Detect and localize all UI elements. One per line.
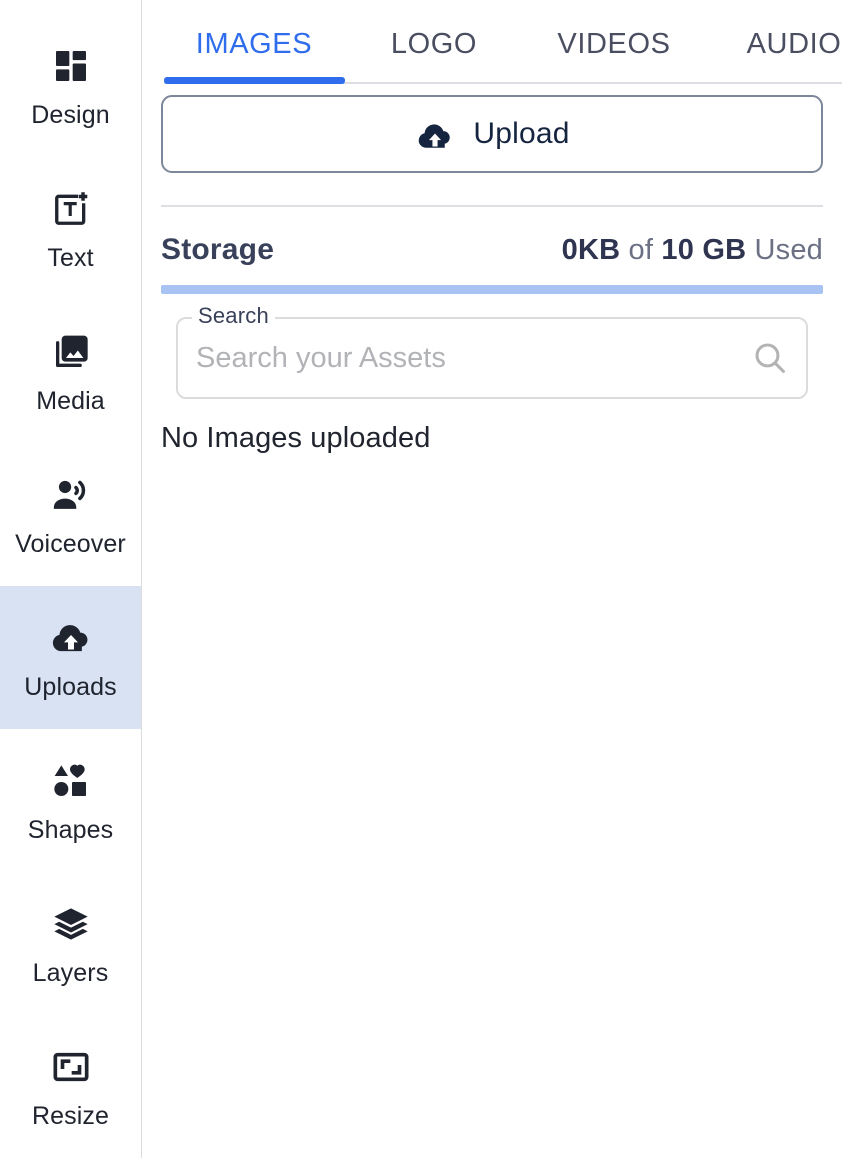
- storage-of-label: of: [628, 234, 654, 266]
- sidebar-item-shapes[interactable]: Shapes: [0, 729, 141, 872]
- search-field: Search: [176, 305, 808, 399]
- active-tab-indicator: [164, 77, 345, 84]
- storage-row: Storage 0KB of 10 GB Used: [161, 207, 823, 267]
- sidebar-item-text[interactable]: Text: [0, 157, 141, 300]
- sidebar-item-label: Resize: [31, 1102, 110, 1130]
- app-root: Design Text Media Voiceover Uploads Shap…: [0, 0, 842, 1158]
- storage-total-value: 10 GB: [661, 234, 747, 266]
- left-sidebar: Design Text Media Voiceover Uploads Shap…: [0, 0, 142, 1158]
- upload-button-label: Upload: [473, 117, 570, 150]
- text-add-icon: [48, 186, 94, 232]
- storage-used-value: 0KB: [561, 234, 621, 266]
- sidebar-item-layers[interactable]: Layers: [0, 872, 141, 1015]
- dashboard-icon: [48, 43, 94, 89]
- sidebar-item-voiceover[interactable]: Voiceover: [0, 443, 141, 586]
- sidebar-item-label: Text: [47, 244, 94, 272]
- tab-videos[interactable]: VIDEOS: [524, 28, 704, 61]
- empty-state-message: No Images uploaded: [161, 422, 431, 454]
- tab-audio[interactable]: AUDIO: [704, 28, 842, 61]
- cloud-upload-icon: [414, 118, 456, 150]
- resize-icon: [48, 1044, 94, 1090]
- voiceover-icon: [48, 472, 94, 518]
- layers-icon: [48, 901, 94, 947]
- upload-button[interactable]: Upload: [161, 95, 823, 173]
- storage-title: Storage: [161, 233, 275, 266]
- photo-library-icon: [48, 329, 94, 375]
- sidebar-item-label: Media: [36, 387, 105, 415]
- storage-progress-bar: [161, 285, 823, 294]
- sidebar-item-resize[interactable]: Resize: [0, 1015, 141, 1158]
- sidebar-item-design[interactable]: Design: [0, 14, 141, 157]
- tab-images[interactable]: IMAGES: [164, 28, 344, 61]
- asset-type-tabs: IMAGES LOGO VIDEOS AUDIO: [142, 0, 842, 95]
- uploads-panel: IMAGES LOGO VIDEOS AUDIO Upload Storage …: [142, 0, 842, 1158]
- sidebar-item-label: Layers: [32, 959, 109, 987]
- sidebar-item-uploads[interactable]: Uploads: [0, 586, 141, 729]
- storage-progress-track: [161, 285, 823, 294]
- search-input[interactable]: [176, 317, 808, 399]
- sidebar-item-media[interactable]: Media: [0, 300, 141, 443]
- storage-used-label: Used: [754, 234, 823, 266]
- shapes-icon: [48, 758, 94, 804]
- sidebar-item-label: Shapes: [27, 816, 114, 844]
- search-icon[interactable]: [751, 339, 789, 377]
- cloud-upload-icon: [48, 615, 94, 661]
- upload-button-area: Upload: [142, 95, 842, 173]
- sidebar-item-label: Voiceover: [15, 530, 126, 558]
- storage-usage: 0KB of 10 GB Used: [562, 234, 823, 267]
- sidebar-item-label: Uploads: [24, 673, 117, 701]
- tab-logo[interactable]: LOGO: [344, 28, 524, 61]
- sidebar-item-label: Design: [31, 101, 110, 129]
